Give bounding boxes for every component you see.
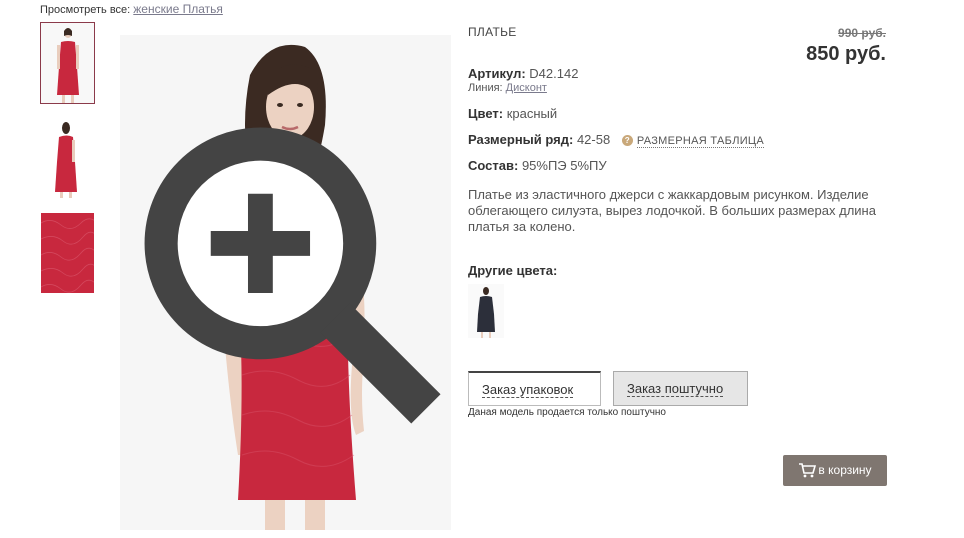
line-link[interactable]: Дисконт: [506, 82, 547, 94]
old-price: 990 руб.: [838, 26, 886, 40]
line-label: Линия:: [468, 82, 503, 94]
other-colors-label: Другие цвета:: [468, 263, 558, 278]
size-label: Размерный ряд:: [468, 132, 574, 147]
thumbnail-list: [40, 22, 95, 308]
order-note: Даная модель продается только поштучно: [468, 407, 666, 418]
tab-order-pieces-label: Заказ поштучно: [627, 381, 724, 397]
zoom-in-icon[interactable]: [128, 35, 451, 524]
product-title: ПЛАТЬЕ: [468, 25, 517, 39]
other-color-thumbnail[interactable]: [468, 284, 504, 338]
composition-label: Состав:: [468, 158, 519, 173]
main-product-image[interactable]: [120, 35, 451, 530]
question-icon: ?: [621, 135, 633, 146]
add-to-cart-label: в корзину: [818, 463, 872, 477]
product-info: ПЛАТЬЕ 990 руб. 850 руб. Артикул: D42.14…: [468, 22, 888, 486]
article-row: Артикул: D42.142: [468, 66, 578, 81]
size-table-label: РАЗМЕРНАЯ ТАБЛИЦА: [636, 135, 764, 148]
breadcrumb: Просмотреть все: женские Платья: [40, 2, 223, 16]
size-value: 42-58: [576, 132, 611, 147]
product-description: Платье из эластичного джерси с жаккардов…: [468, 187, 876, 234]
article-label: Артикул:: [468, 66, 526, 81]
color-row: Цвет: красный: [468, 106, 557, 121]
color-label: Цвет:: [468, 106, 504, 121]
tab-order-pieces[interactable]: Заказ поштучно: [613, 371, 748, 406]
add-to-cart-button[interactable]: в корзину: [783, 455, 887, 486]
thumbnail-fabric[interactable]: [41, 213, 94, 293]
tab-order-packs-label: Заказ упаковок: [482, 382, 574, 398]
article-value: D42.142: [529, 66, 579, 81]
breadcrumb-link[interactable]: женские Платья: [133, 2, 223, 16]
current-price: 850 руб.: [806, 43, 886, 65]
thumbnail-back[interactable]: [41, 118, 94, 198]
color-value: красный: [506, 106, 558, 121]
tab-order-packs[interactable]: Заказ упаковок: [468, 371, 601, 406]
composition-value: 95%ПЭ 5%ПУ: [521, 158, 607, 173]
size-row: Размерный ряд: 42-58 ? РАЗМЕРНАЯ ТАБЛИЦА: [468, 132, 764, 148]
composition-row: Состав: 95%ПЭ 5%ПУ: [468, 158, 607, 173]
size-table-link[interactable]: ? РАЗМЕРНАЯ ТАБЛИЦА: [621, 135, 764, 148]
thumbnail-front[interactable]: [40, 22, 95, 104]
line-row: Линия: Дисконт: [468, 82, 547, 94]
cart-icon: [799, 463, 817, 478]
breadcrumb-prefix: Просмотреть все:: [40, 4, 131, 16]
